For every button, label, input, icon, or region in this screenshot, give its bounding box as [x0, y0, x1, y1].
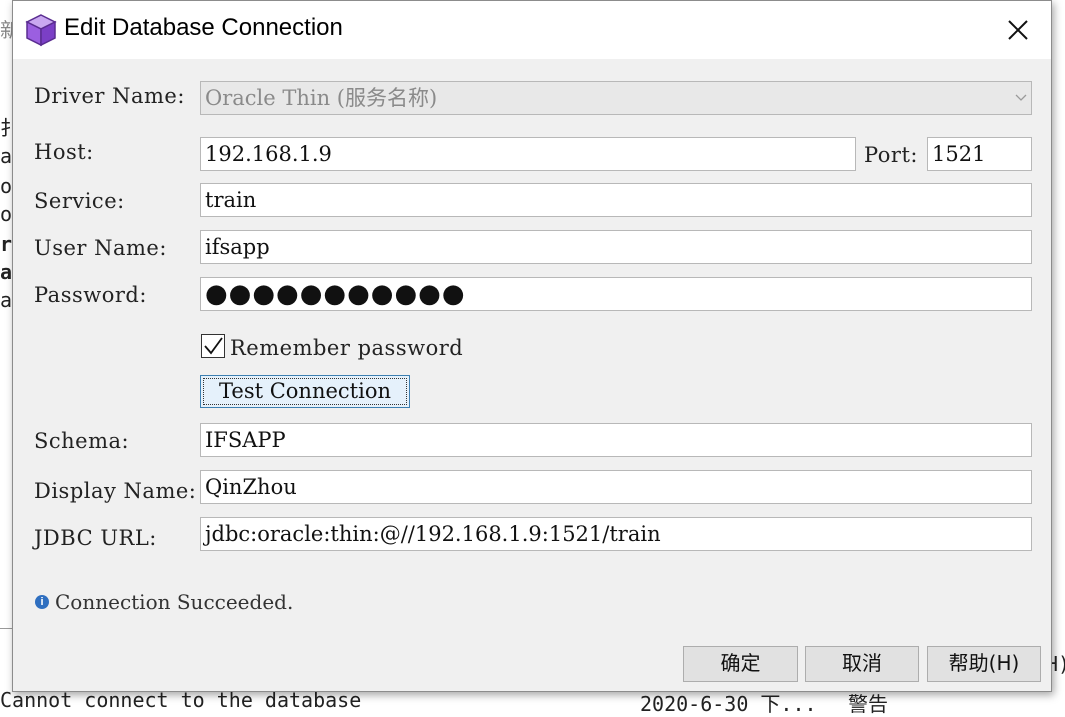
port-field[interactable]: 1521 [927, 137, 1032, 171]
help-button[interactable]: 帮助(H) [927, 646, 1041, 682]
close-icon [1008, 20, 1028, 40]
service-label: Service: [34, 189, 125, 213]
background-log-date: 2020-6-30 下... [640, 692, 817, 716]
jdbc-url-field[interactable]: jdbc:oracle:thin:@//192.168.1.9:1521/tra… [200, 517, 1032, 551]
jdbc-url-label: JDBC URL: [34, 526, 157, 550]
schema-label: Schema: [34, 429, 130, 453]
info-icon: i [35, 595, 49, 609]
checkmark-icon [204, 337, 223, 355]
driver-name-value: Oracle Thin (服务名称) [205, 86, 438, 110]
password-mask: ●●●●●●●●●●● [205, 279, 466, 309]
edit-connection-dialog: Edit Database Connection Driver Name: Or… [12, 0, 1052, 692]
database-cube-icon [25, 13, 57, 47]
dialog-title: Edit Database Connection [64, 14, 343, 41]
title-bar: Edit Database Connection [13, 1, 1051, 59]
host-label: Host: [34, 140, 94, 164]
driver-name-label: Driver Name: [34, 84, 185, 108]
driver-name-select[interactable]: Oracle Thin (服务名称) [200, 81, 1032, 115]
test-connection-button[interactable]: Test Connection [200, 375, 410, 408]
cancel-button[interactable]: 取消 [805, 646, 919, 682]
ok-button[interactable]: 确定 [683, 646, 798, 682]
status-text: Connection Succeeded. [55, 590, 294, 614]
host-field[interactable]: 192.168.1.9 [200, 137, 856, 171]
background-divider [0, 628, 12, 629]
user-name-label: User Name: [34, 236, 167, 260]
status-message: i Connection Succeeded. [35, 590, 293, 614]
chevron-down-icon [1011, 82, 1031, 114]
service-field[interactable]: train [200, 183, 1032, 217]
close-button[interactable] [985, 1, 1051, 59]
remember-password-label[interactable]: Remember password [230, 336, 463, 360]
user-name-field[interactable]: ifsapp [200, 230, 1032, 264]
password-field[interactable]: ●●●●●●●●●●● [200, 277, 1032, 311]
port-label: Port: [864, 143, 918, 167]
display-name-field[interactable]: QinZhou [200, 470, 1032, 504]
display-name-label: Display Name: [34, 479, 197, 503]
remember-password-checkbox[interactable] [201, 334, 225, 358]
schema-field[interactable]: IFSAPP [200, 423, 1032, 457]
password-label: Password: [34, 283, 147, 307]
background-log-level: 警告 [848, 692, 888, 716]
